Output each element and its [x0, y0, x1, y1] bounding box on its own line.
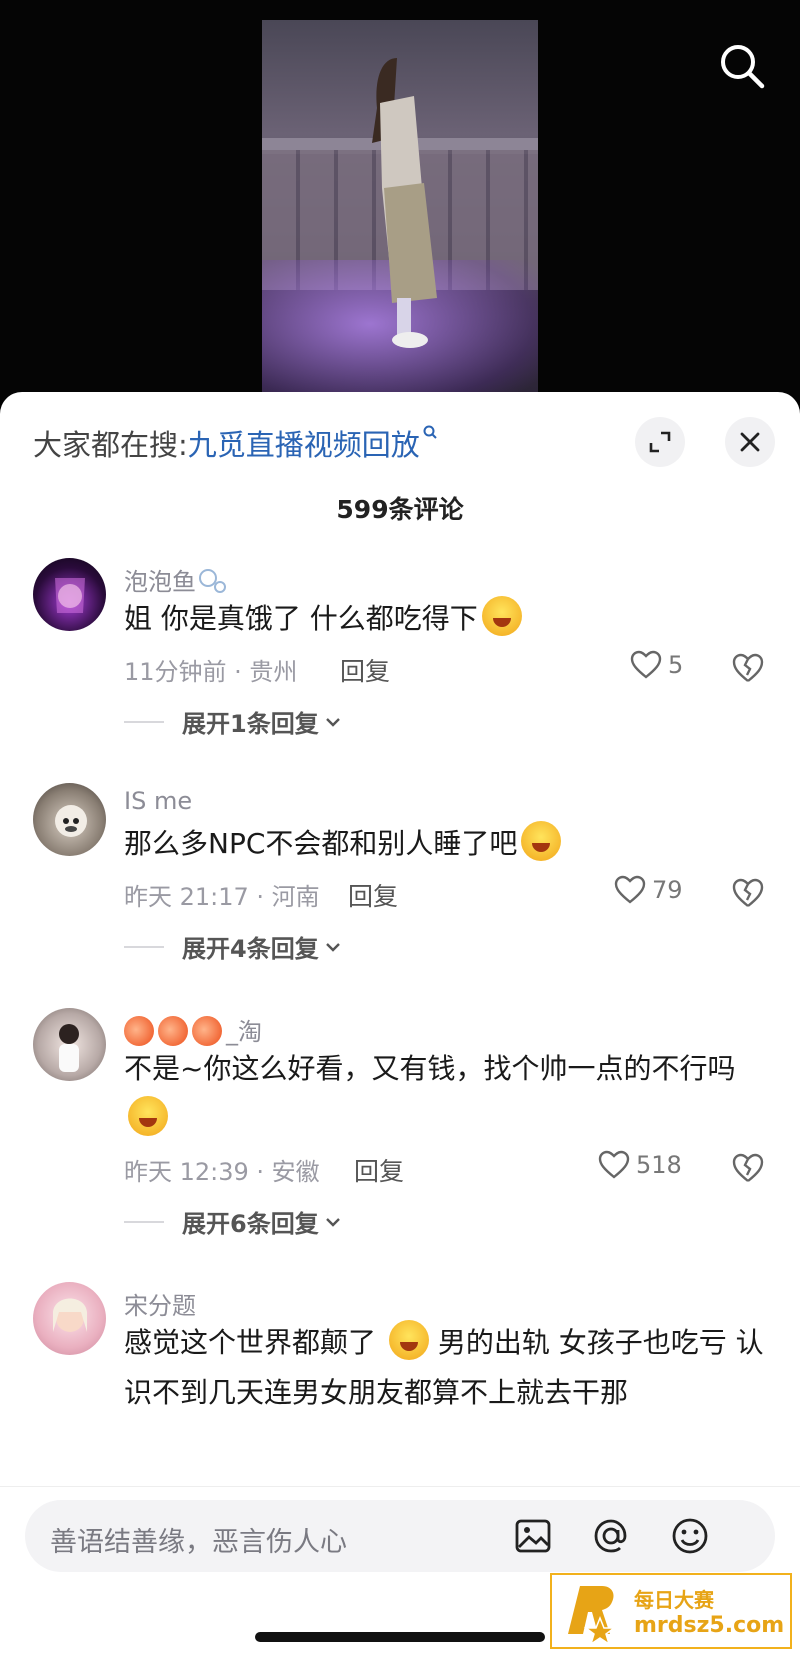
peach-emoji-icon — [124, 1016, 154, 1046]
like-count: 518 — [636, 1151, 682, 1179]
comment-input-placeholder[interactable]: 善语结善缘，恶言伤人心 — [50, 1520, 347, 1559]
comment-input-bar[interactable]: 善语结善缘，恶言伤人心 — [25, 1500, 775, 1572]
comment-count: 599条评论 — [336, 495, 464, 524]
chevron-down-icon — [325, 942, 340, 952]
comment-text: 感觉这个世界都颠了 男的出轨 女孩子也吃亏 认识不到几天连男女朋友都算不上就去干… — [124, 1318, 764, 1418]
chevron-down-icon — [325, 1217, 340, 1227]
broken-heart-icon[interactable] — [730, 1150, 766, 1186]
expand-line — [124, 945, 164, 948]
reply-button[interactable]: 回复 — [348, 877, 398, 913]
laughing-emoji-icon — [481, 596, 522, 636]
hot-search-prefix: 大家都在搜: — [33, 428, 188, 462]
watermark-badge: 每日大赛 mrdsz5.com — [550, 1573, 792, 1649]
search-icon[interactable] — [716, 40, 768, 92]
hot-search-link[interactable]: 九觅直播视频回放 — [188, 428, 420, 462]
avatar[interactable] — [33, 1008, 106, 1081]
close-icon — [740, 432, 760, 452]
video-frame[interactable] — [262, 20, 538, 400]
peach-emoji-icon — [158, 1016, 188, 1046]
avatar[interactable] — [33, 1282, 106, 1355]
comment-text: 不是~你这么好看，又有钱，找个帅一点的不行吗 — [124, 1044, 764, 1144]
like-count: 5 — [668, 651, 684, 679]
comment-text: 那么多NPC不会都和别人睡了吧 — [124, 819, 764, 869]
username[interactable]: IS me — [124, 787, 192, 815]
like-button[interactable]: 79 — [614, 875, 683, 905]
reply-button[interactable]: 回复 — [340, 652, 390, 688]
expand-button[interactable] — [635, 417, 685, 467]
like-button[interactable]: 518 — [598, 1150, 682, 1180]
emoji-icon[interactable] — [670, 1516, 710, 1556]
reply-button[interactable]: 回复 — [354, 1152, 404, 1188]
peach-emoji-icon — [192, 1016, 222, 1046]
broken-heart-icon[interactable] — [730, 875, 766, 911]
expand-line — [124, 1220, 164, 1223]
video-person-figure — [372, 58, 437, 348]
close-button[interactable] — [725, 417, 775, 467]
home-indicator[interactable] — [255, 1632, 545, 1642]
expand-line — [124, 720, 164, 723]
like-count: 79 — [652, 876, 683, 904]
heart-icon — [614, 875, 646, 904]
small-search-icon — [423, 425, 437, 439]
input-divider — [0, 1486, 800, 1487]
heart-icon — [598, 1150, 630, 1179]
username[interactable]: 泡泡鱼 — [124, 562, 228, 597]
expand-replies-label: 展开6条回复 — [182, 1210, 319, 1238]
expand-replies-button[interactable]: 展开1条回复 — [124, 704, 341, 739]
bubbles-icon — [199, 569, 226, 593]
broken-heart-icon[interactable] — [730, 650, 766, 686]
video-player[interactable] — [0, 0, 800, 400]
crying-laughing-emoji-icon — [128, 1096, 168, 1136]
expand-icon — [649, 431, 671, 453]
comment-meta: 昨天 21:17 · 河南 — [124, 883, 320, 911]
flushed-emoji-icon — [521, 821, 562, 861]
expand-replies-button[interactable]: 展开6条回复 — [124, 1204, 341, 1239]
comment-meta: 昨天 12:39 · 安徽 — [124, 1158, 320, 1186]
at-icon[interactable] — [591, 1516, 631, 1556]
watermark-url: mrdsz5.com — [634, 1613, 785, 1638]
comment-text: 姐 你是真饿了 什么都吃得下 — [124, 594, 764, 644]
expand-replies-label: 展开4条回复 — [182, 935, 319, 963]
heart-icon — [630, 650, 662, 679]
watermark-title: 每日大赛 — [634, 1588, 714, 1612]
avatar[interactable] — [33, 783, 106, 856]
watermark-logo-icon — [568, 1586, 617, 1644]
expand-replies-button[interactable]: 展开4条回复 — [124, 929, 341, 964]
username[interactable]: 宋分题 — [124, 1286, 196, 1321]
hot-search-banner[interactable]: 大家都在搜:九觅直播视频回放 — [33, 422, 438, 464]
chevron-down-icon — [325, 717, 340, 727]
comment-sheet: 大家都在搜:九觅直播视频回放 599条评论 泡泡鱼 姐 你是真饿了 什么都吃得下… — [0, 392, 800, 1657]
avatar[interactable] — [33, 558, 106, 631]
username[interactable]: _淘 — [124, 1012, 262, 1047]
like-button[interactable]: 5 — [630, 650, 683, 680]
image-icon[interactable] — [513, 1516, 553, 1556]
expand-replies-label: 展开1条回复 — [182, 710, 319, 738]
comment-meta: 11分钟前 · 贵州 — [124, 658, 298, 686]
grinning-sweat-emoji-icon — [388, 1320, 429, 1360]
